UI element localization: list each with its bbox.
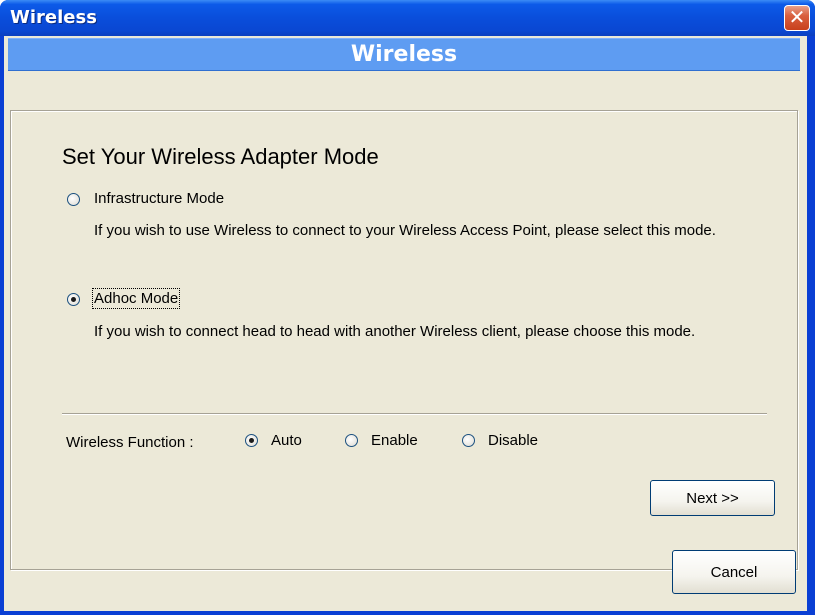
divider: [62, 413, 767, 415]
wireless-function-auto-label[interactable]: Auto: [271, 432, 302, 449]
infrastructure-mode-label[interactable]: Infrastructure Mode: [94, 190, 224, 207]
infrastructure-mode-description: If you wish to use Wireless to connect t…: [94, 222, 716, 239]
wireless-function-label: Wireless Function :: [66, 434, 194, 451]
header-title: Wireless: [350, 42, 458, 67]
wireless-function-disable-radio[interactable]: [462, 434, 475, 447]
wireless-function-disable-label[interactable]: Disable: [488, 432, 538, 449]
title-bar[interactable]: Wireless ✕: [0, 0, 815, 36]
adhoc-mode-label[interactable]: Adhoc Mode: [91, 288, 181, 309]
wireless-function-auto-radio[interactable]: [245, 434, 258, 447]
header-bar: Wireless: [8, 38, 800, 71]
next-button[interactable]: Next >>: [650, 480, 775, 516]
page-heading: Set Your Wireless Adapter Mode: [62, 144, 379, 169]
wireless-function-enable-radio[interactable]: [345, 434, 358, 447]
wireless-function-enable-label[interactable]: Enable: [371, 432, 418, 449]
adhoc-mode-radio[interactable]: [67, 293, 80, 306]
cancel-button[interactable]: Cancel: [672, 550, 796, 594]
dialog-window: Wireless ✕ Wireless Set Your Wireless Ad…: [0, 0, 815, 615]
infrastructure-mode-radio[interactable]: [67, 193, 80, 206]
adhoc-mode-description: If you wish to connect head to head with…: [94, 323, 696, 340]
window-title: Wireless: [10, 7, 97, 28]
close-icon: ✕: [788, 5, 806, 29]
close-button[interactable]: ✕: [784, 5, 810, 31]
